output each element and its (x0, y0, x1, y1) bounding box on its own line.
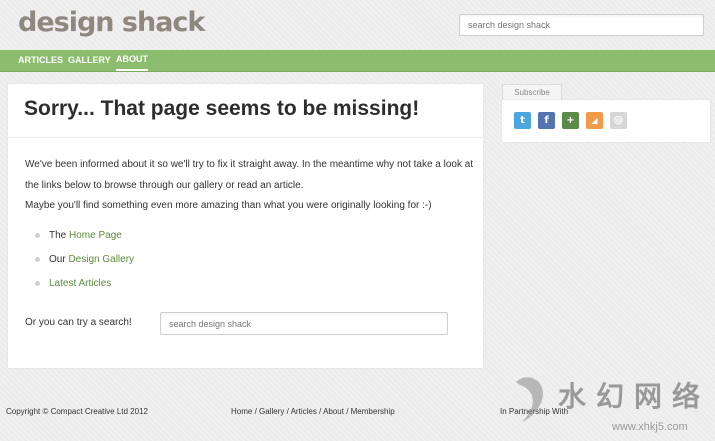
footer-partnership: In Partnership With (500, 407, 569, 416)
footer-link-gallery[interactable]: Gallery (259, 407, 284, 416)
footer-link-membership[interactable]: Membership (351, 407, 395, 416)
nav-item-articles[interactable]: ARTICLES (18, 50, 63, 71)
bullet-icon (35, 257, 40, 262)
footer-copyright: Copyright © Compact Creative Ltd 2012 (6, 407, 148, 416)
home-page-link[interactable]: Home Page (69, 230, 122, 241)
footer-separator: / (343, 407, 351, 416)
list-item-prefix: Our (49, 254, 69, 265)
suggestion-paragraph: Maybe you'll find something even more am… (25, 200, 432, 211)
facebook-icon[interactable]: f (538, 112, 555, 129)
site-logo[interactable]: design shack (18, 6, 205, 40)
list-item: Latest Articles (35, 277, 111, 291)
google-plus-icon[interactable]: + (562, 112, 579, 129)
nav-item-gallery[interactable]: GALLERY (68, 50, 111, 71)
main-content: Sorry... That page seems to be missing! … (8, 84, 483, 368)
bullet-icon (35, 281, 40, 286)
subscribe-box: t f + ◢ @ (502, 100, 710, 142)
header-search-input[interactable] (459, 14, 704, 36)
rss-icon[interactable]: ◢ (586, 112, 603, 129)
email-icon[interactable]: @ (610, 112, 627, 129)
list-item: The Home Page (35, 229, 122, 243)
footer-links: Home / Gallery / Articles / About / Memb… (231, 407, 395, 416)
twitter-icon[interactable]: t (514, 112, 531, 129)
nav-item-about[interactable]: ABOUT (116, 50, 148, 71)
main-nav: ARTICLES GALLERY ABOUT (0, 50, 715, 72)
latest-articles-link[interactable]: Latest Articles (49, 278, 111, 289)
footer-link-articles[interactable]: Articles (291, 407, 317, 416)
bullet-icon (35, 233, 40, 238)
search-label: Or you can try a search! (25, 317, 132, 328)
header: design shack (0, 0, 715, 50)
list-item-prefix: The (49, 230, 70, 241)
subscribe-tab[interactable]: Subscribe (502, 84, 562, 100)
design-gallery-link[interactable]: Design Gallery (68, 254, 134, 265)
footer-separator: / (252, 407, 260, 416)
list-item: Our Design Gallery (35, 253, 134, 267)
footer: Copyright © Compact Creative Ltd 2012 Ho… (0, 395, 715, 441)
intro-paragraph: We've been informed about it so we'll tr… (25, 159, 474, 191)
main-search-input[interactable] (160, 312, 448, 335)
title-divider (8, 137, 483, 138)
page-title: Sorry... That page seems to be missing! (24, 97, 420, 120)
footer-link-about[interactable]: About (323, 407, 344, 416)
footer-link-home[interactable]: Home (231, 407, 252, 416)
